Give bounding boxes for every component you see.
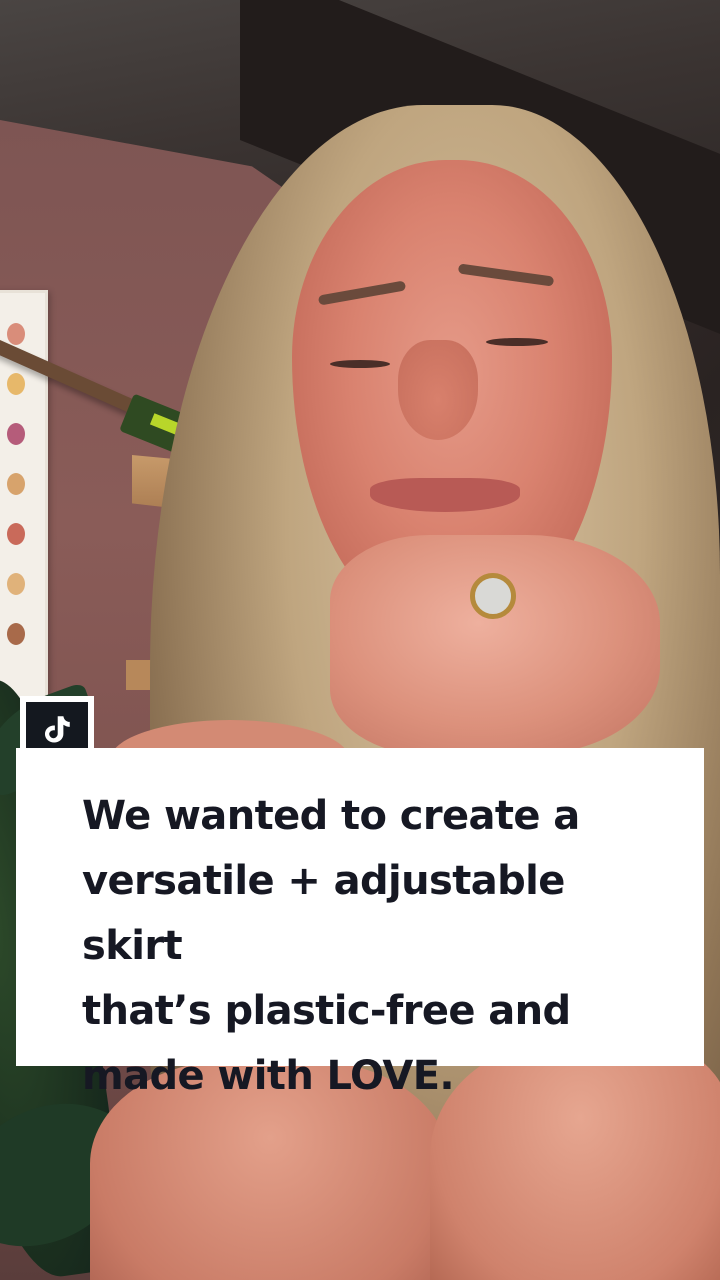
caption-card: We wanted to create a versatile + adjust… bbox=[16, 748, 704, 1099]
caption-text: We wanted to create a versatile + adjust… bbox=[82, 793, 580, 1099]
ring bbox=[470, 573, 516, 619]
video-frame[interactable]: We wanted to create a versatile + adjust… bbox=[0, 0, 720, 1280]
lips bbox=[370, 478, 520, 512]
eye bbox=[486, 338, 548, 346]
person-hand bbox=[330, 535, 660, 755]
nose bbox=[398, 340, 478, 440]
eye bbox=[330, 360, 390, 368]
